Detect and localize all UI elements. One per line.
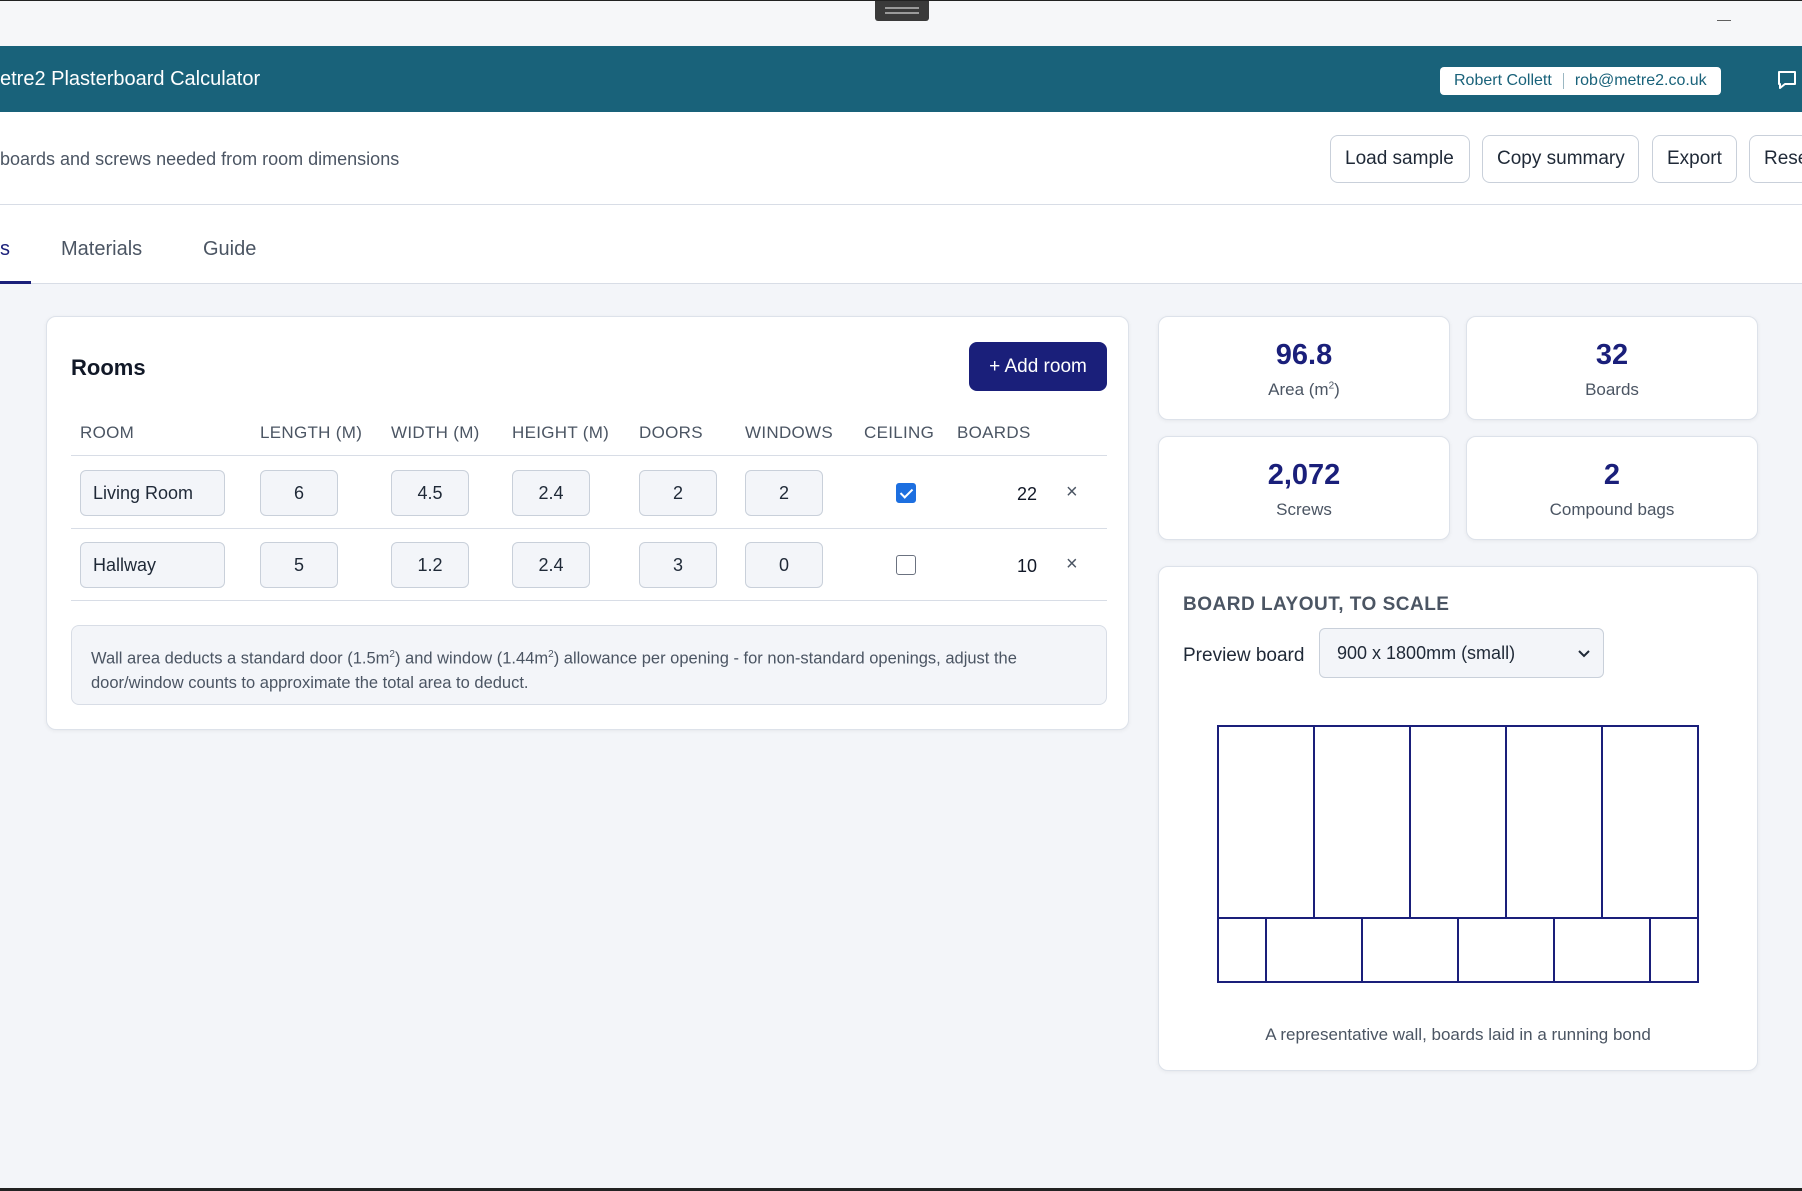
height-input[interactable]: 2.4 bbox=[512, 470, 590, 516]
note-text: ) and window (1.44m bbox=[394, 649, 549, 668]
height-input[interactable]: 2.4 bbox=[512, 542, 590, 588]
column-header: CEILING bbox=[864, 423, 935, 442]
board-cut bbox=[1217, 917, 1267, 983]
divider bbox=[71, 528, 1107, 529]
chat-icon[interactable] bbox=[1776, 69, 1798, 91]
delete-room-icon[interactable]: × bbox=[1066, 553, 1078, 576]
stat-boards: 32 Boards bbox=[1466, 316, 1758, 420]
stat-area: 96.8 Area (m2) bbox=[1158, 316, 1450, 420]
minimize-icon[interactable]: — bbox=[1716, 12, 1732, 26]
stat-label: Area (m2) bbox=[1159, 380, 1449, 400]
rooms-card: Rooms + Add room ROOM LENGTH (M) WIDTH (… bbox=[46, 316, 1129, 730]
user-badge[interactable]: Robert Collett rob@metre2.co.uk bbox=[1440, 67, 1721, 95]
column-header: DOORS bbox=[639, 423, 703, 442]
column-header: HEIGHT (M) bbox=[512, 423, 610, 442]
column-header: ROOM bbox=[80, 423, 135, 442]
board-cut-height bbox=[1361, 917, 1459, 983]
tab-materials[interactable]: Materials bbox=[61, 238, 142, 261]
window-chrome: — bbox=[0, 0, 1802, 46]
board-full bbox=[1505, 725, 1603, 919]
stat-value: 2,072 bbox=[1267, 459, 1341, 491]
board-full bbox=[1409, 725, 1507, 919]
stat-label-text: Area (m bbox=[1268, 380, 1329, 399]
doors-input[interactable]: 3 bbox=[639, 542, 717, 588]
note-text: Wall area deducts a standard door (1.5m bbox=[91, 649, 390, 668]
board-cut bbox=[1649, 917, 1699, 983]
deduction-note: Wall area deducts a standard door (1.5m2… bbox=[71, 625, 1107, 705]
user-name: Robert Collett bbox=[1454, 72, 1552, 89]
board-cut-height bbox=[1265, 917, 1363, 983]
room-name-input[interactable]: Living Room bbox=[80, 470, 225, 516]
stat-label-text: ) bbox=[1334, 380, 1340, 399]
room-name-input[interactable]: Hallway bbox=[80, 542, 225, 588]
chevron-down-icon bbox=[1578, 650, 1590, 658]
delete-room-icon[interactable]: × bbox=[1066, 481, 1078, 504]
column-header: WIDTH (M) bbox=[391, 423, 480, 442]
stat-label: Boards bbox=[1585, 380, 1639, 399]
layout-caption: A representative wall, boards laid in a … bbox=[1265, 1025, 1651, 1044]
wall-layout-diagram bbox=[1217, 725, 1699, 983]
board-full bbox=[1217, 725, 1315, 919]
ceiling-checkbox[interactable] bbox=[896, 483, 916, 503]
column-header: LENGTH (M) bbox=[260, 423, 363, 442]
tab-bar: s Materials Guide bbox=[0, 205, 1802, 284]
rooms-title: Rooms bbox=[71, 355, 146, 380]
tab-rooms[interactable]: s bbox=[0, 238, 10, 261]
stat-value: 32 bbox=[1595, 339, 1629, 371]
stat-value: 96.8 bbox=[1275, 339, 1333, 371]
stat-label: Compound bags bbox=[1549, 500, 1675, 519]
subheader: boards and screws needed from room dimen… bbox=[0, 112, 1802, 205]
reset-button[interactable]: Reset bbox=[1749, 135, 1802, 183]
column-header: WINDOWS bbox=[745, 423, 834, 442]
preview-board-label: Preview board bbox=[1183, 645, 1305, 666]
app-title: etre2 Plasterboard Calculator bbox=[0, 68, 261, 90]
ceiling-checkbox[interactable] bbox=[896, 555, 916, 575]
board-grid bbox=[1217, 725, 1699, 983]
stat-compound: 2 Compound bags bbox=[1466, 436, 1758, 540]
add-room-button[interactable]: + Add room bbox=[969, 342, 1107, 391]
page-subtitle: boards and screws needed from room dimen… bbox=[0, 149, 400, 169]
stat-label: Screws bbox=[1276, 500, 1332, 519]
stat-screws: 2,072 Screws bbox=[1158, 436, 1450, 540]
drag-handle-icon[interactable] bbox=[875, 1, 929, 21]
length-input[interactable]: 6 bbox=[260, 470, 338, 516]
windows-input[interactable]: 0 bbox=[745, 542, 823, 588]
windows-input[interactable]: 2 bbox=[745, 470, 823, 516]
divider bbox=[71, 600, 1107, 601]
tab-guide[interactable]: Guide bbox=[203, 238, 256, 261]
width-input[interactable]: 4.5 bbox=[391, 470, 469, 516]
board-full bbox=[1601, 725, 1699, 919]
board-layout-card: BOARD LAYOUT, TO SCALE Preview board 900… bbox=[1158, 566, 1758, 1071]
divider bbox=[71, 455, 1107, 456]
board-size-select[interactable]: 900 x 1800mm (small) bbox=[1319, 628, 1604, 678]
doors-input[interactable]: 2 bbox=[639, 470, 717, 516]
width-input[interactable]: 1.2 bbox=[391, 542, 469, 588]
board-full bbox=[1313, 725, 1411, 919]
stat-value: 2 bbox=[1603, 459, 1621, 491]
length-input[interactable]: 5 bbox=[260, 542, 338, 588]
active-tab-indicator bbox=[0, 281, 31, 284]
board-cut-height bbox=[1553, 917, 1651, 983]
boards-count: 22 bbox=[1016, 484, 1037, 504]
copy-summary-button[interactable]: Copy summary bbox=[1482, 135, 1639, 183]
user-email: rob@metre2.co.uk bbox=[1574, 72, 1707, 89]
divider bbox=[1562, 73, 1564, 89]
selected-board: 900 x 1800mm (small) bbox=[1337, 643, 1516, 663]
export-button[interactable]: Export bbox=[1652, 135, 1737, 183]
board-layout-title: BOARD LAYOUT, TO SCALE bbox=[1183, 594, 1450, 615]
boards-count: 10 bbox=[1016, 556, 1037, 576]
load-sample-button[interactable]: Load sample bbox=[1330, 135, 1470, 183]
board-cut-height bbox=[1457, 917, 1555, 983]
column-header: BOARDS bbox=[957, 423, 1031, 442]
app-header: etre2 Plasterboard Calculator Robert Col… bbox=[0, 46, 1802, 112]
